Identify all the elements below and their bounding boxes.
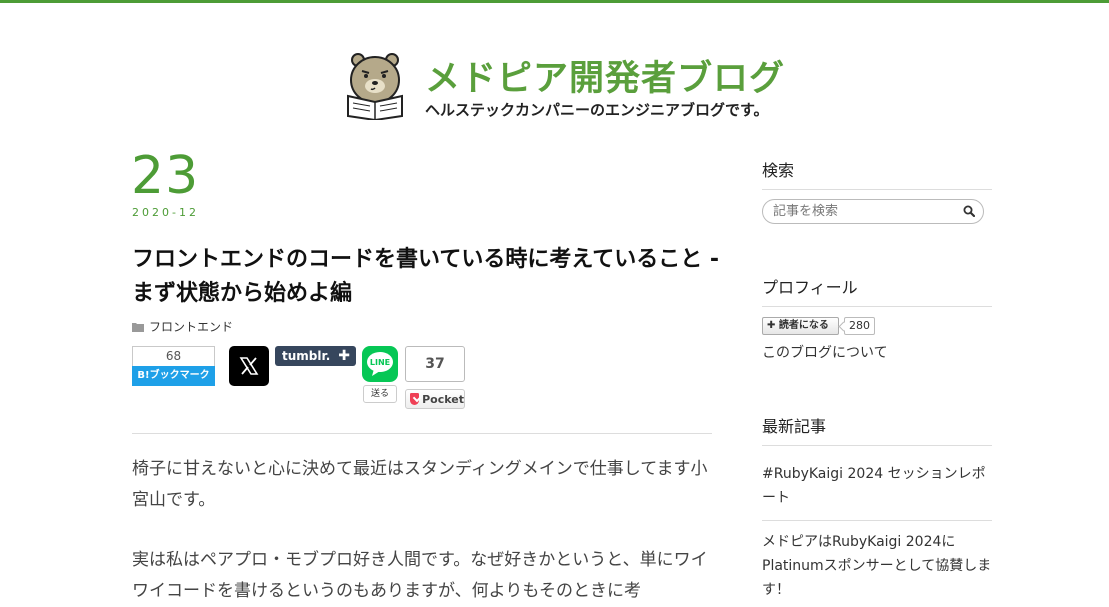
line-logo-text: LINE	[370, 358, 390, 367]
site-title[interactable]: メドピア開発者ブログ	[425, 50, 785, 101]
entry-category[interactable]: フロントエンド	[132, 318, 233, 335]
recent-divider	[762, 520, 992, 521]
sidebar-recent-heading: 最新記事	[762, 413, 992, 446]
entry-date-year-month: 2020-12	[132, 206, 199, 219]
line-send-label[interactable]: 送る	[363, 385, 397, 403]
sidebar-profile-heading: プロフィール	[762, 274, 992, 307]
pocket-label: Pocket	[422, 392, 464, 406]
subscribe-label: 読者になる	[778, 320, 829, 331]
x-share-button[interactable]	[229, 346, 269, 386]
plus-icon: ✚	[767, 320, 776, 331]
line-logo-icon: LINE	[367, 352, 393, 376]
entry-title[interactable]: フロントエンドのコードを書いている時に考えていること - まず状態から始めよ編	[132, 243, 722, 311]
about-blog-link[interactable]: このブログについて	[762, 342, 888, 362]
tumblr-label: tumblr.	[282, 349, 331, 363]
hatena-bookmark-label: B!ブックマーク	[132, 366, 215, 386]
subscribe-button[interactable]: ✚ 読者になる	[762, 317, 839, 335]
search-icon[interactable]	[963, 205, 975, 217]
pocket-icon	[410, 393, 420, 405]
recent-article-link[interactable]: メドピアはRubyKaigi 2024にPlatinumスポンサーとして協賛しま…	[762, 530, 992, 602]
search-input[interactable]	[773, 203, 953, 220]
sidebar-search-heading: 検索	[762, 157, 992, 190]
pocket-count: 37	[405, 346, 465, 382]
search-box	[762, 199, 984, 224]
hatena-bookmark-count: 68	[132, 346, 215, 366]
tumblr-share-button[interactable]: tumblr. ✚	[275, 346, 356, 366]
subscriber-count: 280	[844, 317, 875, 335]
line-share-button[interactable]: LINE	[362, 346, 398, 382]
bear-mascot-logo[interactable]	[344, 52, 406, 120]
entry-paragraph-1: 椅子に甘えないと心に決めて最近はスタンディングメインで仕事してます小宮山です。	[132, 459, 708, 510]
x-logo-icon	[239, 357, 259, 375]
share-divider	[132, 433, 712, 434]
plus-icon: ✚	[338, 348, 350, 364]
pocket-button[interactable]: Pocket	[405, 389, 465, 409]
entry-date-day[interactable]: 23	[131, 146, 199, 206]
category-label: フロントエンド	[149, 320, 234, 334]
entry-paragraph-2: 実は私はペアプロ・モブプロ好き人間です。なぜ好きかというと、単にワイワイコードを…	[132, 550, 708, 601]
top-accent-bar	[0, 0, 1109, 3]
folder-icon	[132, 322, 144, 332]
hatena-bookmark-button[interactable]: 68 B!ブックマーク	[132, 346, 215, 386]
site-description: ヘルステックカンパニーのエンジニアブログです。	[425, 101, 769, 119]
recent-article-link[interactable]: #RubyKaigi 2024 セッションレポート	[762, 462, 992, 510]
